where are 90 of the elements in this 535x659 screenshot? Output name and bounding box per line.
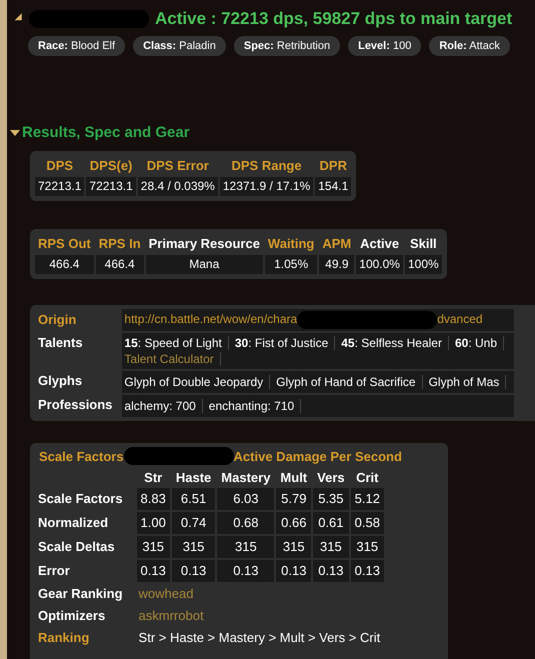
column-header: Primary Resource [148,236,260,250]
list-item: Glyph of Double Jeopardy [124,374,264,390]
column-header: DPS(e) [90,158,132,172]
column-header: RPS In [98,236,141,250]
table-cell: 0.13 [276,560,312,582]
row-label: Ranking [38,630,90,645]
row-label: Scale Deltas [38,539,115,554]
table-cell: 49.9 [319,254,354,274]
table-cell: 100% [404,254,442,274]
table-cell: 72213.1 [35,176,84,196]
panel-title: Scale Factors [39,448,124,466]
table-cell: 315 [276,536,312,558]
list-item: Glyph of Hand of Sacrifice [276,374,416,390]
table-cell: 5.79 [276,488,312,510]
origin-link[interactable]: dvanced [437,312,483,326]
table-cell: 0.74 [172,512,216,534]
column-header: APM [322,236,352,250]
list-item: Glyph of Mas [428,374,500,390]
talent-calculator-link[interactable]: Talent Calculator [124,350,214,366]
column-header: Crit [356,470,378,485]
column-header: Mult [280,470,308,485]
list-item: alchemy: 700 [124,398,196,414]
table-cell: 0.13 [172,560,216,582]
info-tag: Role: Attack [429,36,510,56]
list-item: 45: Selfless Healer [341,334,442,350]
table-cell: 0.58 [350,512,384,534]
table-cell: 466.4 [96,254,144,274]
row-label: Normalized [38,515,108,530]
table-cell: 5.12 [350,488,384,510]
column-header: Mastery [221,470,270,485]
column-header: RPS Out [38,236,91,250]
table-cell: 6.03 [217,488,274,510]
info-tag: Class: Paladin [133,36,226,56]
table-cell: 1.00 [136,512,170,534]
row-label: Scale Factors [38,491,123,506]
info-tag: Level: 100 [348,36,422,56]
table-cell: 28.4 / 0.039% [138,176,218,196]
table-cell: 154.1 [315,176,352,196]
row-label: Professions [38,396,112,412]
row-label: Glyphs [38,372,82,388]
info-tag: Spec: Retribution [234,36,340,56]
table-cell: 315 [172,536,216,558]
table-cell: 315 [350,536,384,558]
table-cell: 0.13 [313,560,349,582]
row-label: Gear Ranking [38,586,123,601]
table-cell: 0.66 [276,512,312,534]
table-cell: 8.83 [136,488,170,510]
list-item: enchanting: 710 [208,398,294,414]
table-cell: 0.13 [217,560,274,582]
column-header: DPS Range [232,158,302,172]
section-title[interactable]: Results, Spec and Gear [22,122,190,144]
column-header: Haste [176,470,212,485]
column-header: Str [144,470,162,485]
row-label: Optimizers [38,608,106,623]
row-label: Origin [38,312,76,326]
table-cell: 315 [136,536,170,558]
ranking-text: Str > Haste > Mastery > Mult > Vers > Crit [138,630,380,645]
expand-toggle-icon[interactable] [10,130,20,136]
list-item: 60: Unb [454,334,498,350]
panel-title: Active Damage Per Second [234,448,402,466]
table-cell: 100.0% [356,254,403,274]
row-label: Talents [38,334,83,350]
list-item: 15: Speed of Light [124,334,222,350]
table-cell: 5.35 [313,488,349,510]
column-header: Waiting [268,236,314,250]
table-cell: 315 [313,536,349,558]
column-header: Skill [410,236,437,250]
table-cell: 1.05% [264,254,318,274]
external-link[interactable]: wowhead [138,586,194,601]
column-header: Vers [317,470,345,485]
column-header: DPR [320,158,347,172]
table-cell: 315 [217,536,274,558]
table-cell: 0.61 [313,512,349,534]
report-title: Active : 72213 dps, 59827 dps to main target [155,8,512,30]
origin-link[interactable]: http://cn.battle.net/wow/en/chara [124,312,298,326]
row-label: Error [38,563,70,578]
table-cell: 0.68 [217,512,274,534]
table-cell: 0.13 [350,560,384,582]
column-header: Active [360,236,400,250]
column-header: DPS [46,158,74,172]
external-link[interactable]: askmrrobot [138,608,204,623]
column-header: DPS Error [146,158,209,172]
table-cell: 72213.1 [86,176,136,196]
table-cell: Mana [146,254,263,274]
table-cell: 6.51 [172,488,216,510]
table-cell: 0.13 [136,560,170,582]
table-cell: 12371.9 / 17.1% [220,176,314,196]
info-tag: Race: Blood Elf [28,36,126,56]
table-cell: 466.4 [35,254,94,274]
list-item: 30: Fist of Justice [234,334,328,350]
